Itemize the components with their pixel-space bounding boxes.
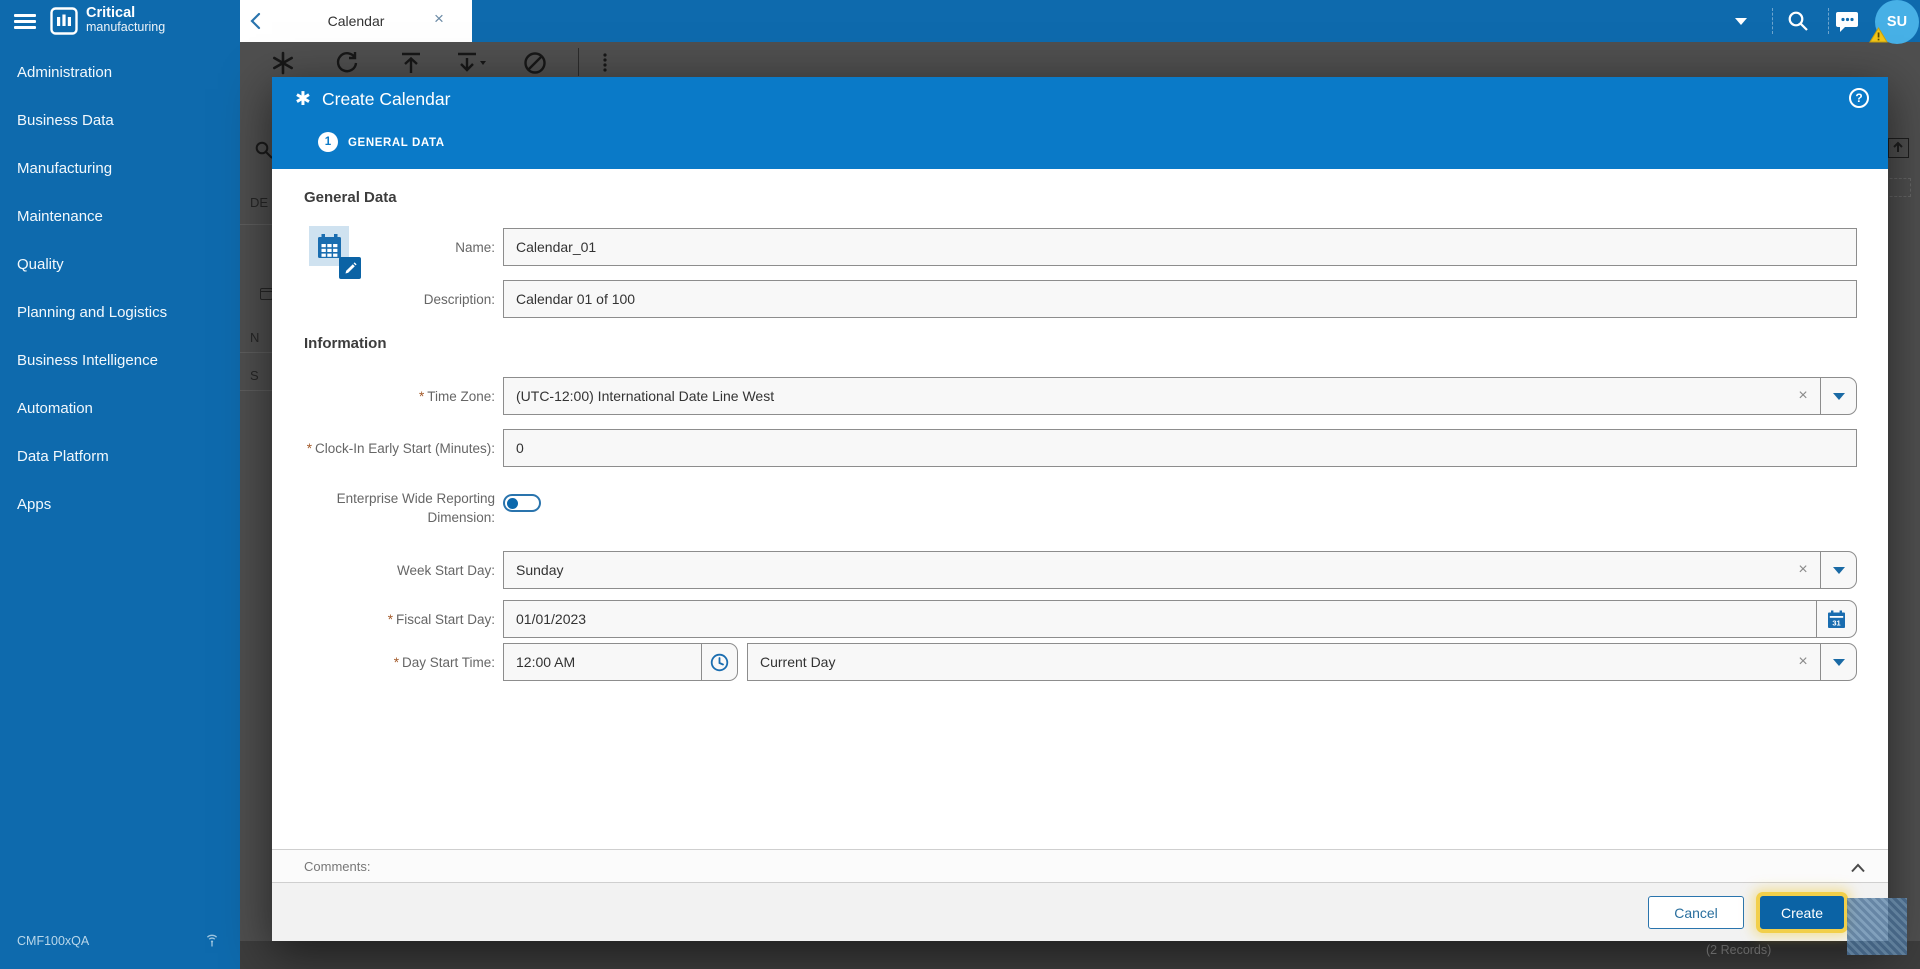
sidebar-item-quality[interactable]: Quality [0,240,240,288]
sidebar-item-manufacturing[interactable]: Manufacturing [0,144,240,192]
help-icon[interactable]: ? [1849,88,1869,108]
day-start-time-mode-dropdown-icon[interactable] [1820,644,1856,680]
wizard-step-number: 1 [318,132,338,152]
sidebar-item-business-data[interactable]: Business Data [0,96,240,144]
background-fragment: N [250,330,260,345]
create-calendar-modal: ✱ Create Calendar ? 1 GENERAL DATA Gener… [272,77,1888,941]
screen-capture-artifact [1847,898,1907,955]
time-zone-clear-icon[interactable]: × [1786,378,1820,414]
week-start-day-clear-icon[interactable]: × [1786,552,1820,588]
modal-title: Create Calendar [322,89,451,109]
create-icon: ✱ [295,89,311,110]
day-start-time-mode-clear-icon[interactable]: × [1786,644,1820,680]
day-start-time-mode-value: Current Day [760,654,836,670]
tab-calendar[interactable]: Calendar × [240,0,472,42]
day-start-time-value: 12:00 AM [516,654,576,670]
time-zone-value: (UTC-12:00) International Date Line West [516,388,775,404]
tab-close-icon[interactable]: × [434,10,444,27]
time-zone-label: * Time Zone: [418,389,495,404]
environment-label: CMF100xQA [17,934,90,948]
warning-badge-icon [1869,27,1888,48]
enterprise-wide-reporting-dimension-label: Enterprise Wide Reporting Dimension: [336,491,495,525]
time-picker-clock-icon[interactable] [701,644,737,680]
sidebar-nav: Administration Business Data Manufacturi… [0,48,240,528]
sidebar: Critical manufacturing Administration Bu… [0,0,240,969]
sidebar-item-planning-and-logistics[interactable]: Planning and Logistics [0,288,240,336]
fiscal-start-day-value: 01/01/2023 [516,611,587,627]
comments-label: Comments: [304,859,371,874]
divider [240,390,274,391]
sidebar-item-maintenance[interactable]: Maintenance [0,192,240,240]
background-fragment: DE [250,195,269,210]
week-start-day-select[interactable]: Sunday × [503,551,1857,589]
modal-header: ✱ Create Calendar ? 1 GENERAL DATA [272,77,1888,169]
description-input[interactable]: Calendar 01 of 100 [503,280,1857,318]
fiscal-start-day-input[interactable]: 01/01/2023 31 [503,600,1857,638]
time-zone-select[interactable]: (UTC-12:00) International Date Line West… [503,377,1857,415]
sidebar-item-automation[interactable]: Automation [0,384,240,432]
section-information: Information [304,335,387,352]
edit-image-icon[interactable] [339,257,361,279]
sidebar-item-apps[interactable]: Apps [0,480,240,528]
modal-footer: Cancel Create [272,883,1888,941]
brand-area: Critical manufacturing [0,0,240,42]
sidebar-item-administration[interactable]: Administration [0,48,240,96]
clock-in-early-start-label: * Clock-In Early Start (Minutes): [306,441,495,456]
fiscal-start-day-label: * Fiscal Start Day: [387,612,495,627]
header-separator [1828,8,1829,34]
collapse-chevron-icon[interactable] [1850,860,1866,878]
week-start-day-label: Week Start Day: [396,563,495,578]
toolbar-separator [578,48,579,76]
critical-manufacturing-logo-icon [50,7,78,40]
top-header: Calendar × SU [240,0,1920,44]
brand-line1: Critical [86,5,136,21]
enterprise-wide-reporting-dimension-toggle[interactable] [503,494,541,512]
chat-icon[interactable] [1834,9,1860,39]
section-general-data: General Data [304,189,397,206]
connectivity-icon [205,934,219,953]
date-picker-calendar-icon[interactable]: 31 [1816,601,1856,637]
sidebar-item-business-intelligence[interactable]: Business Intelligence [0,336,240,384]
week-start-day-value: Sunday [516,562,564,578]
clock-in-early-start-input[interactable]: 0 [503,429,1857,467]
cancel-button[interactable]: Cancel [1648,896,1744,929]
dashed-placeholder [1885,178,1911,197]
comments-bar[interactable]: Comments: [272,849,1888,883]
page-search-icon [254,140,274,165]
toggle-knob [507,497,518,509]
create-button[interactable]: Create [1760,896,1844,929]
time-zone-dropdown-icon[interactable] [1820,378,1856,414]
day-start-time-input[interactable]: 12:00 AM [503,643,738,681]
clock-in-early-start-value: 0 [516,440,524,456]
divider [240,224,274,225]
panel-icon [1888,138,1909,158]
divider [240,352,274,353]
header-separator [1772,8,1773,34]
wizard-step-label[interactable]: GENERAL DATA [348,137,445,149]
description-value: Calendar 01 of 100 [516,291,636,307]
background-fragment: S [250,368,259,383]
sidebar-item-data-platform[interactable]: Data Platform [0,432,240,480]
search-icon[interactable] [1786,9,1810,38]
records-count: (2 Records) [1706,943,1772,957]
menu-icon[interactable] [14,14,36,29]
header-dropdown-caret-icon[interactable] [1735,18,1747,25]
bottom-strip [240,941,1920,969]
name-input[interactable]: Calendar_01 [503,228,1857,266]
brand-line2: manufacturing [86,20,166,35]
brand-text: Critical manufacturing [86,5,166,35]
day-start-time-label: * Day Start Time: [393,655,495,670]
name-value: Calendar_01 [516,239,597,255]
day-start-time-mode-select[interactable]: Current Day × [747,643,1857,681]
svg-text:31: 31 [1832,618,1840,627]
name-label: Name: [455,240,495,255]
sidebar-footer: CMF100xQA [0,928,240,956]
description-label: Description: [423,292,495,307]
week-start-day-dropdown-icon[interactable] [1820,552,1856,588]
